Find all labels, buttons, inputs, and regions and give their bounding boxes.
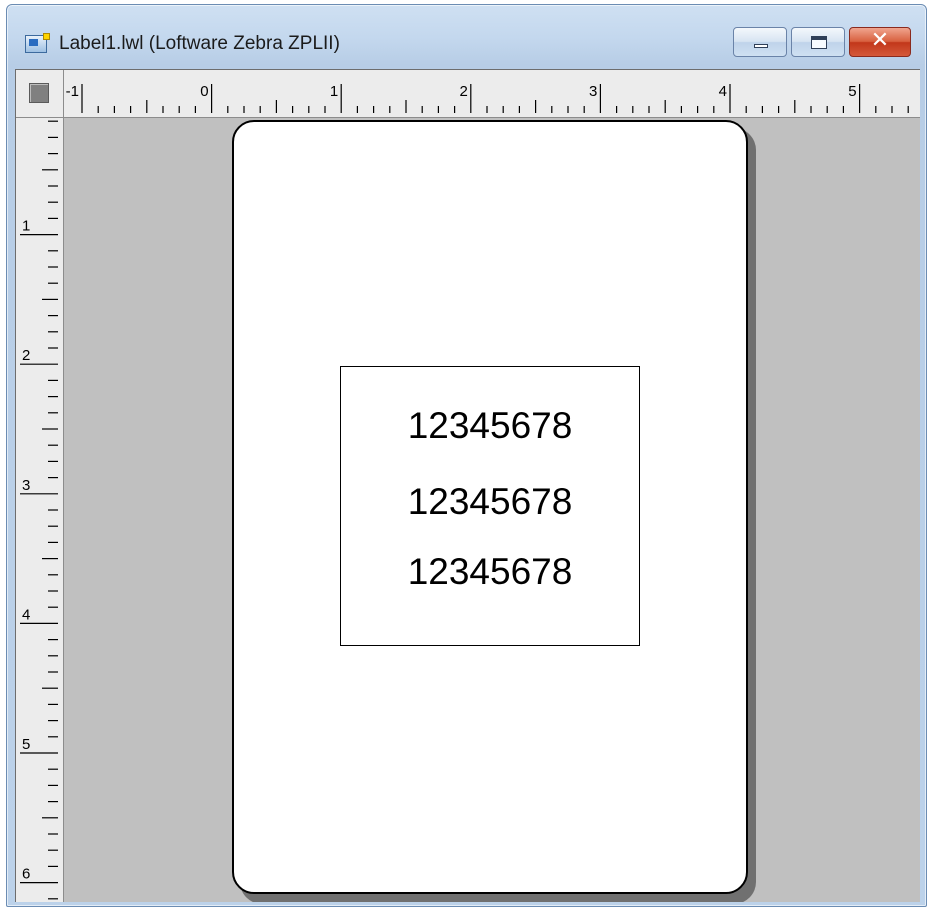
ruler-label-1: 1 <box>330 83 338 100</box>
label-document-icon[interactable] <box>25 33 50 53</box>
vertical-ruler[interactable]: 1 2 3 4 5 6 <box>16 118 64 902</box>
minimize-button[interactable] <box>733 27 787 57</box>
text-field-group[interactable]: 12345678 12345678 12345678 <box>340 366 640 646</box>
ruler-label-6: 6 <box>22 866 30 883</box>
vertical-ruler-graphic: 1 2 3 4 5 6 <box>20 120 58 900</box>
ruler-label-5: 5 <box>22 736 30 753</box>
horizontal-ruler-graphic: -1 0 1 2 3 4 5 <box>66 83 909 113</box>
ruler-label-3: 3 <box>22 477 30 494</box>
ruler-label-3: 3 <box>589 83 597 100</box>
design-canvas[interactable]: 12345678 12345678 12345678 <box>64 118 920 902</box>
client-area: -1 0 1 2 3 4 5 1 2 3 4 5 6 12345678 12345678 123456… <box>15 69 920 902</box>
text-field-3[interactable]: 12345678 <box>341 551 639 593</box>
ruler-corner[interactable] <box>16 70 64 118</box>
horizontal-ruler[interactable]: -1 0 1 2 3 4 5 <box>64 70 920 118</box>
app-icon-inner <box>29 39 38 46</box>
label-page[interactable]: 12345678 12345678 12345678 <box>232 120 748 894</box>
ruler-label-4: 4 <box>22 606 30 623</box>
text-field-2[interactable]: 12345678 <box>341 481 639 523</box>
ruler-label-4: 4 <box>719 83 727 100</box>
ruler-label-0: 0 <box>200 83 208 100</box>
ruler-label-2: 2 <box>22 347 30 364</box>
text-field-1[interactable]: 12345678 <box>341 405 639 447</box>
ruler-label-1: 1 <box>22 218 30 235</box>
close-icon: ✕ <box>870 28 890 53</box>
close-button[interactable]: ✕ <box>849 27 911 57</box>
minimize-icon <box>754 44 768 48</box>
title-bar[interactable]: Label1.lwl (Loftware Zebra ZPLII) ✕ <box>7 5 926 69</box>
maximize-button[interactable] <box>791 27 845 57</box>
window-title: Label1.lwl (Loftware Zebra ZPLII) <box>59 33 340 54</box>
ruler-label-5: 5 <box>848 83 856 100</box>
ruler-origin-icon <box>29 83 49 103</box>
ruler-label-2: 2 <box>459 83 467 100</box>
app-icon-badge <box>43 33 50 40</box>
label-editor-window: Label1.lwl (Loftware Zebra ZPLII) ✕ -1 0 1… <box>6 4 927 907</box>
ruler-label--1: -1 <box>66 83 79 100</box>
maximize-icon <box>811 36 827 49</box>
